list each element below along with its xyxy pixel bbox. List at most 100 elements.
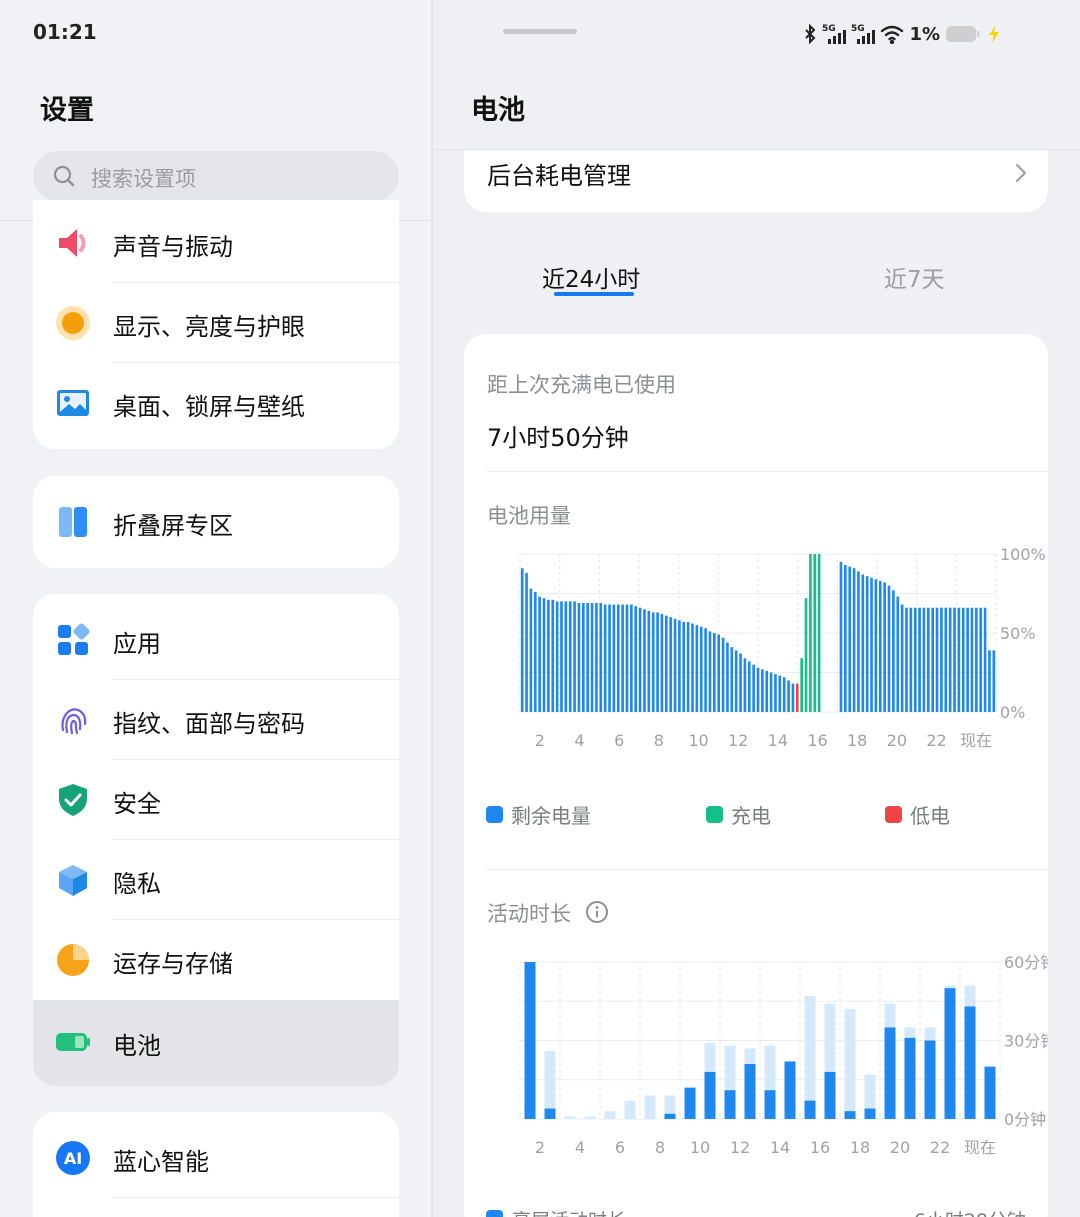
chart-bar xyxy=(669,617,672,712)
chart-bar xyxy=(791,683,795,712)
svg-text:5G: 5G xyxy=(822,24,836,34)
x-tick-label: 22 xyxy=(930,1138,950,1157)
settings-item-sound[interactable]: 声音与振动 xyxy=(33,203,399,283)
settings-item-wallpaper[interactable]: 桌面、锁屏与壁纸 xyxy=(33,363,399,443)
drag-handle[interactable] xyxy=(503,29,577,34)
chart-bar xyxy=(861,574,865,712)
chart-bar xyxy=(782,677,786,712)
chart-bar xyxy=(529,588,533,712)
settings-item-security[interactable]: 安全 xyxy=(33,760,399,840)
legend-label: 低电 xyxy=(910,804,950,828)
settings-item-label: 折叠屏专区 xyxy=(113,512,233,540)
chart-bar xyxy=(804,1100,816,1119)
chart-bar xyxy=(966,607,969,712)
legend-swatch xyxy=(706,806,723,823)
settings-item-label: 蓝心智能 xyxy=(113,1148,209,1176)
chart-bar xyxy=(555,601,559,712)
settings-item-fingerprint[interactable]: 指纹、面部与密码 xyxy=(33,680,399,760)
x-tick-label: 12 xyxy=(728,731,748,750)
chart-bar xyxy=(599,602,603,712)
settings-item-label: 桌面、锁屏与壁纸 xyxy=(113,393,305,421)
legend-label: 剩余电量 xyxy=(511,804,591,828)
legend-label: 亮屏活动时长 xyxy=(512,1206,626,1217)
chart-bar xyxy=(769,672,773,712)
chart-bar xyxy=(603,604,607,712)
activity-chart: 60分钟 30分钟 0分钟 2 4 6 8 10 12 14 16 18 20 22 现在 xyxy=(519,953,1048,1157)
chart-bar xyxy=(616,604,620,712)
chart-bar xyxy=(983,607,987,712)
chart-bar xyxy=(884,1027,896,1119)
chart-bar xyxy=(896,596,900,712)
y-tick-label: 0% xyxy=(1000,703,1025,722)
search-placeholder: 搜索设置项 xyxy=(91,167,196,191)
chart-bar xyxy=(774,674,777,712)
y-tick-label: 50% xyxy=(1000,624,1036,643)
x-tick-label: 20 xyxy=(890,1138,910,1157)
chart-bar xyxy=(813,554,817,712)
chart-bar xyxy=(664,615,668,712)
chart-bar xyxy=(538,596,541,712)
legend-label: 充电 xyxy=(731,804,771,828)
legend-charging: 充电 xyxy=(706,800,771,829)
chart-bar xyxy=(533,591,537,712)
settings-item-display[interactable]: 显示、亮度与护眼 xyxy=(33,283,399,363)
chart-bar xyxy=(717,634,721,712)
x-tick-label: 20 xyxy=(887,731,907,750)
legend-low: 低电 xyxy=(885,800,950,829)
settings-item-foldable[interactable]: 折叠屏专区 xyxy=(33,482,399,562)
status-time: 01:21 xyxy=(33,20,97,44)
settings-item-ai[interactable]: AI 蓝心智能 xyxy=(33,1118,399,1198)
x-tick-label: 2 xyxy=(535,731,545,750)
screen-on-legend: 亮屏活动时长 6小时28分钟 xyxy=(486,1206,1026,1217)
chart-bar xyxy=(682,621,686,712)
chart-bar xyxy=(586,602,589,712)
info-icon[interactable] xyxy=(585,900,609,924)
chart-bar xyxy=(887,585,891,712)
settings-group-2: 折叠屏专区 xyxy=(33,476,399,568)
legend-swatch xyxy=(486,806,503,823)
x-tick-label: 16 xyxy=(810,1138,830,1157)
chart-bar xyxy=(870,577,873,712)
settings-item-apps[interactable]: 应用 xyxy=(33,600,399,680)
speaker-icon xyxy=(59,229,86,257)
chart-bar xyxy=(935,607,939,712)
tab-7d[interactable]: 近7天 xyxy=(884,260,945,294)
tab-24h[interactable]: 近24小时 xyxy=(542,260,640,294)
chart-bar xyxy=(560,601,563,712)
activity-title: 活动时长 xyxy=(487,902,571,926)
chart-bar xyxy=(744,1064,756,1119)
y-tick-label: 0分钟 xyxy=(1004,1110,1046,1129)
chart-bar xyxy=(752,664,755,712)
chart-bar xyxy=(852,568,856,712)
chart-bar xyxy=(686,621,690,712)
chart-bar xyxy=(865,576,869,712)
chart-bar xyxy=(638,607,642,712)
shield-icon xyxy=(59,784,87,816)
chart-bar xyxy=(726,642,729,712)
settings-item-label: 安全 xyxy=(113,790,161,818)
brightness-icon xyxy=(56,306,90,340)
x-tick-label: 18 xyxy=(847,731,867,750)
svg-text:AI: AI xyxy=(64,1149,82,1168)
x-tick-label: 6 xyxy=(615,1138,625,1157)
chart-bar xyxy=(900,604,904,712)
status-bar: 5G 5G 1% xyxy=(803,22,1002,46)
chart-bar xyxy=(961,607,965,712)
settings-item-battery[interactable]: 电池 xyxy=(33,1000,399,1086)
x-tick-label: 4 xyxy=(575,1138,585,1157)
chart-bar xyxy=(839,561,843,712)
chart-bar xyxy=(922,607,926,712)
chart-bar xyxy=(931,607,934,712)
chart-bar xyxy=(660,614,664,712)
chart-bar xyxy=(817,554,821,712)
x-tick-label: 14 xyxy=(770,1138,790,1157)
background-power-row[interactable]: 后台耗电管理 xyxy=(464,150,1048,212)
chart-bar xyxy=(608,604,611,712)
signal-5g-icon: 5G xyxy=(822,24,847,44)
settings-item-storage[interactable]: 运存与存储 xyxy=(33,920,399,1000)
chart-bar xyxy=(975,607,978,712)
svg-text:5G: 5G xyxy=(851,24,865,34)
settings-item-privacy[interactable]: 隐私 xyxy=(33,840,399,920)
wallpaper-icon xyxy=(57,390,89,416)
search-input[interactable]: 搜索设置项 xyxy=(33,151,399,201)
